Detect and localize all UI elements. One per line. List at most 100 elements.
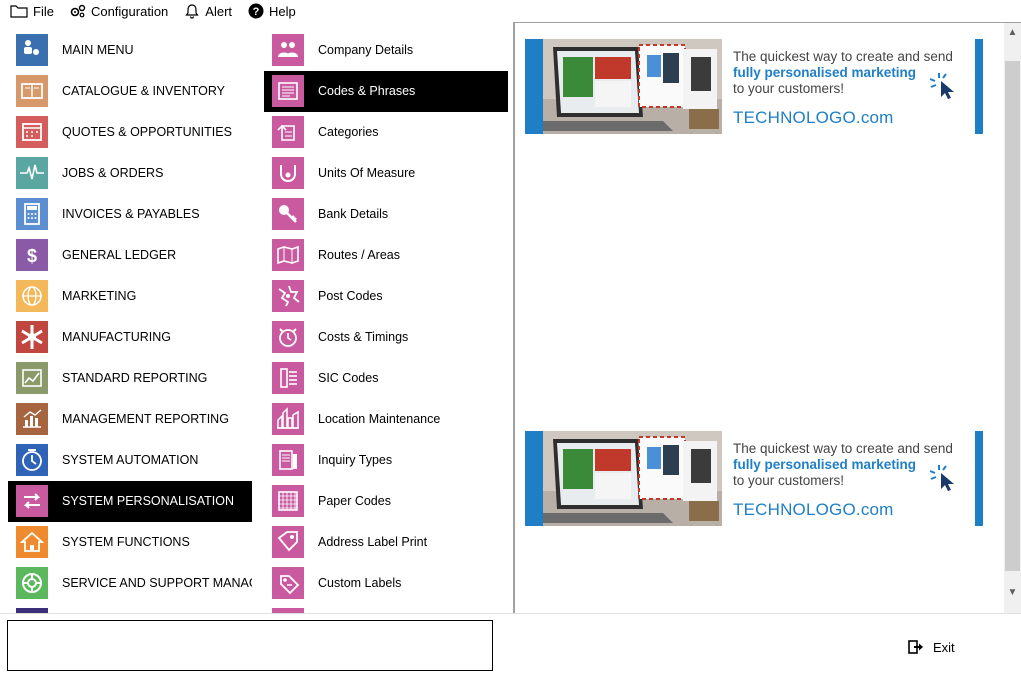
advert-banner[interactable]: The quickest way to create and send full… <box>525 39 983 134</box>
submenu-item-label: Codes & Phrases <box>318 84 416 98</box>
module-item-label: CATALOGUE & INVENTORY <box>62 84 226 98</box>
city-icon <box>272 403 304 435</box>
menu-configuration-label: Configuration <box>90 3 169 19</box>
exit-icon <box>908 640 923 654</box>
calendar-icon <box>16 116 48 148</box>
laptop-image <box>543 39 722 134</box>
banner-tagline-2: fully personalised marketing <box>733 65 917 80</box>
globe-icon <box>16 280 48 312</box>
route-icon <box>272 280 304 312</box>
submenu-item-paper-codes[interactable]: Paper Codes <box>264 481 508 522</box>
module-item-label: GENERAL LEDGER <box>62 248 177 262</box>
module-item-standard-reporting[interactable]: STANDARD REPORTING <box>8 358 252 399</box>
module-item-system-automation[interactable]: SYSTEM AUTOMATION <box>8 440 252 481</box>
bell-icon <box>185 4 199 19</box>
module-item-label: SERVICE AND SUPPORT MANAGEMENT <box>62 576 252 590</box>
submenu-item-label: Address Label Print <box>318 535 428 549</box>
module-item-jobs-and-orders[interactable]: JOBS & ORDERS <box>8 153 252 194</box>
module-item-service-and-support-management[interactable]: SERVICE AND SUPPORT MANAGEMENT <box>8 563 252 604</box>
banner-tagline-1: The quickest way to create and send <box>733 49 953 64</box>
advert-banner[interactable]: The quickest way to create and send full… <box>525 431 983 526</box>
grid-icon <box>272 485 304 517</box>
menu-configuration[interactable]: Configuration <box>60 0 174 22</box>
pulse-icon <box>16 157 48 189</box>
module-item-marketing[interactable]: MARKETING <box>8 276 252 317</box>
module-item-quotes-and-opportunities[interactable]: QUOTES & OPPORTUNITIES <box>8 112 252 153</box>
menu-bar: File Configuration Alert ? Help <box>0 0 1021 22</box>
banner-tagline-2: fully personalised marketing <box>733 457 917 472</box>
map-icon <box>272 239 304 271</box>
svg-text:$: $ <box>27 246 37 266</box>
help-icon: ? <box>248 3 264 19</box>
submenu-item-label: Routes / Areas <box>318 248 400 262</box>
module-item-system-personalisation[interactable]: SYSTEM PERSONALISATION <box>8 481 252 522</box>
submenu-item-label: Location Maintenance <box>318 412 441 426</box>
submenu-item-label: Costs & Timings <box>318 330 409 344</box>
module-item-general-ledger[interactable]: $ GENERAL LEDGER <box>8 235 252 276</box>
submenu-item-custom-labels[interactable]: Custom Labels <box>264 563 508 604</box>
submenu-list: Company Details Codes & Phrases Categories… <box>264 30 508 613</box>
module-item-catalogue-and-inventory[interactable]: CATALOGUE & INVENTORY <box>8 71 252 112</box>
submenu-item-inquiry-types[interactable]: Inquiry Types <box>264 440 508 481</box>
measure-icon <box>272 157 304 189</box>
submenu-item-company-details[interactable]: Company Details <box>264 30 508 71</box>
click-cursor-icon <box>929 465 954 491</box>
submenu-item-bank-details[interactable]: Bank Details <box>264 194 508 235</box>
module-item-label: SYSTEM AUTOMATION <box>62 453 199 467</box>
banner-stripe-right <box>975 431 983 526</box>
submenu-item-location-maintenance[interactable]: Location Maintenance <box>264 399 508 440</box>
banner-tagline-1: The quickest way to create and send <box>733 441 953 456</box>
module-item-label: SYSTEM PERSONALISATION <box>62 494 235 508</box>
submenu-item-label: Inquiry Types <box>318 453 393 467</box>
scroll-down-icon[interactable]: ▼ <box>1004 583 1021 601</box>
submenu-item-address-label-print[interactable]: Address Label Print <box>264 522 508 563</box>
code-list-icon <box>271 74 305 108</box>
banner-tagline-3: to your customers! <box>733 473 845 488</box>
module-item-system-functions[interactable]: SYSTEM FUNCTIONS <box>8 522 252 563</box>
inquiry-icon <box>272 444 304 476</box>
scroll-up-icon[interactable]: ▲ <box>1004 23 1021 41</box>
submenu-item-costs-and-timings[interactable]: Costs & Timings <box>264 317 508 358</box>
gears-icon <box>70 4 86 18</box>
menu-help[interactable]: ? Help <box>238 0 302 22</box>
submenu-item-label: Paper Codes <box>318 494 391 508</box>
menu-file[interactable]: File <box>0 0 60 22</box>
submenu-item-codes-and-phrases[interactable]: Codes & Phrases <box>264 71 508 112</box>
module-item-manufacturing[interactable]: MANUFACTURING <box>8 317 252 358</box>
advert-scrollbar[interactable]: ▲ ▼ <box>1004 23 1021 613</box>
home-icon <box>16 526 48 558</box>
status-panel <box>7 620 493 671</box>
submenu-item-label: SIC Codes <box>318 371 379 385</box>
banner-tagline-3: to your customers! <box>733 81 845 96</box>
menu-file-label: File <box>33 3 54 19</box>
key-icon <box>272 198 304 230</box>
module-item-label: MANUFACTURING <box>62 330 172 344</box>
module-item-main-menu[interactable]: MAIN MENU <box>8 30 252 71</box>
book-icon <box>16 75 48 107</box>
submenu-item-label: Units Of Measure <box>318 166 416 180</box>
click-cursor-icon <box>929 73 954 99</box>
exit-button[interactable]: Exit <box>908 636 955 658</box>
list-overflow-hint <box>264 604 508 613</box>
module-item-label: QUOTES & OPPORTUNITIES <box>62 125 232 139</box>
submenu-item-label: Post Codes <box>318 289 383 303</box>
menu-alert[interactable]: Alert <box>174 0 238 22</box>
submenu-item-post-codes[interactable]: Post Codes <box>264 276 508 317</box>
module-item-label: STANDARD REPORTING <box>62 371 208 385</box>
timer-icon <box>272 321 304 353</box>
submenu-item-label: Company Details <box>318 43 414 57</box>
banner-stripe-right <box>975 39 983 134</box>
submenu-item-routes-areas[interactable]: Routes / Areas <box>264 235 508 276</box>
banner-photo <box>543 431 722 526</box>
dollar-icon: $ <box>16 239 48 271</box>
gears-icon <box>16 321 48 353</box>
submenu-item-sic-codes[interactable]: SIC Codes <box>264 358 508 399</box>
module-item-invoices-and-payables[interactable]: INVOICES & PAYABLES <box>8 194 252 235</box>
module-item-management-reporting[interactable]: MANAGEMENT REPORTING <box>8 399 252 440</box>
scroll-thumb[interactable] <box>1005 61 1020 571</box>
submenu-item-label: Bank Details <box>318 207 389 221</box>
submenu-item-units-of-measure[interactable]: Units Of Measure <box>264 153 508 194</box>
svg-text:?: ? <box>253 6 260 18</box>
submenu-item-categories[interactable]: Categories <box>264 112 508 153</box>
sic-list-icon <box>272 362 304 394</box>
